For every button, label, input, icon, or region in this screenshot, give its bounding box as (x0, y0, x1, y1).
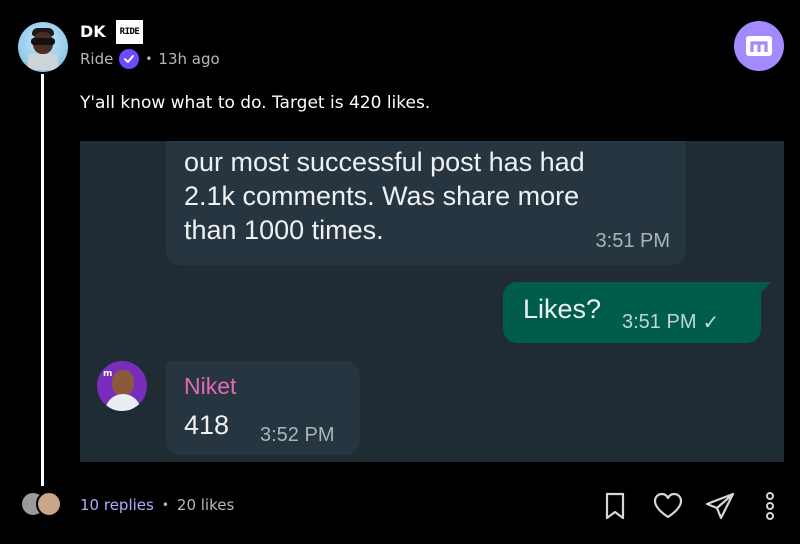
likes-count[interactable]: 20 likes (177, 496, 234, 514)
avatar-glasses (31, 38, 55, 45)
chat-message-text: our most successful post has had 2.1k co… (184, 145, 585, 247)
avatar-face (112, 370, 134, 396)
chat-line-3: than 1000 times. (184, 215, 384, 245)
community-name[interactable]: Ride (80, 50, 113, 68)
stats-separator: • (161, 498, 169, 512)
author-name[interactable]: DK (80, 22, 106, 41)
avatar-mark: m (103, 369, 113, 379)
chat-message-time: 3:51 PM (595, 230, 670, 252)
reply-sender-name: Niket (184, 373, 237, 399)
reply-sender-avatar: m (97, 361, 147, 411)
outgoing-message-time: 3:51 PM (622, 311, 697, 333)
chat-line-1: our most successful post has had (184, 147, 585, 177)
post-timestamp: 13h ago (158, 50, 220, 68)
avatar-shirt (105, 394, 141, 411)
reply-message-time: 3:52 PM (260, 424, 335, 446)
replier-avatars[interactable] (20, 491, 64, 521)
avatar-laptop (28, 54, 58, 70)
reply-message-text: 418 (184, 410, 230, 440)
post-meta: Ride • 13h ago (80, 49, 220, 69)
meta-separator: • (145, 52, 153, 66)
outgoing-message-meta: 3:51 PM ✓ (622, 310, 719, 335)
chat-screenshot-image[interactable]: our most successful post has had 2.1k co… (80, 141, 784, 462)
bookmark-icon[interactable] (599, 489, 631, 523)
heart-icon[interactable] (652, 489, 684, 523)
post-stats: 10 replies • 20 likes (80, 496, 234, 514)
read-check-icon: ✓ (702, 312, 720, 334)
outgoing-message-text: Likes? (523, 294, 602, 324)
post-body: Y'all know what to do. Target is 420 lik… (80, 93, 431, 113)
author-avatar[interactable] (18, 22, 68, 72)
chat-bubble-outgoing: Likes? 3:51 PM ✓ (503, 282, 771, 343)
verified-badge-icon (119, 49, 140, 69)
send-icon[interactable] (704, 489, 736, 523)
thread-line (41, 74, 44, 486)
chat-bubble-reply: Niket 418 3:52 PM (166, 361, 360, 455)
m-app-icon[interactable] (734, 21, 784, 71)
brand-logo: RIDE (116, 20, 143, 44)
replier-avatar (36, 491, 62, 517)
more-vertical-icon[interactable] (754, 489, 786, 523)
chat-line-2: 2.1k comments. Was share more (184, 181, 580, 211)
chat-bubble-incoming: our most successful post has had 2.1k co… (166, 141, 686, 265)
replies-link[interactable]: 10 replies (80, 496, 154, 514)
